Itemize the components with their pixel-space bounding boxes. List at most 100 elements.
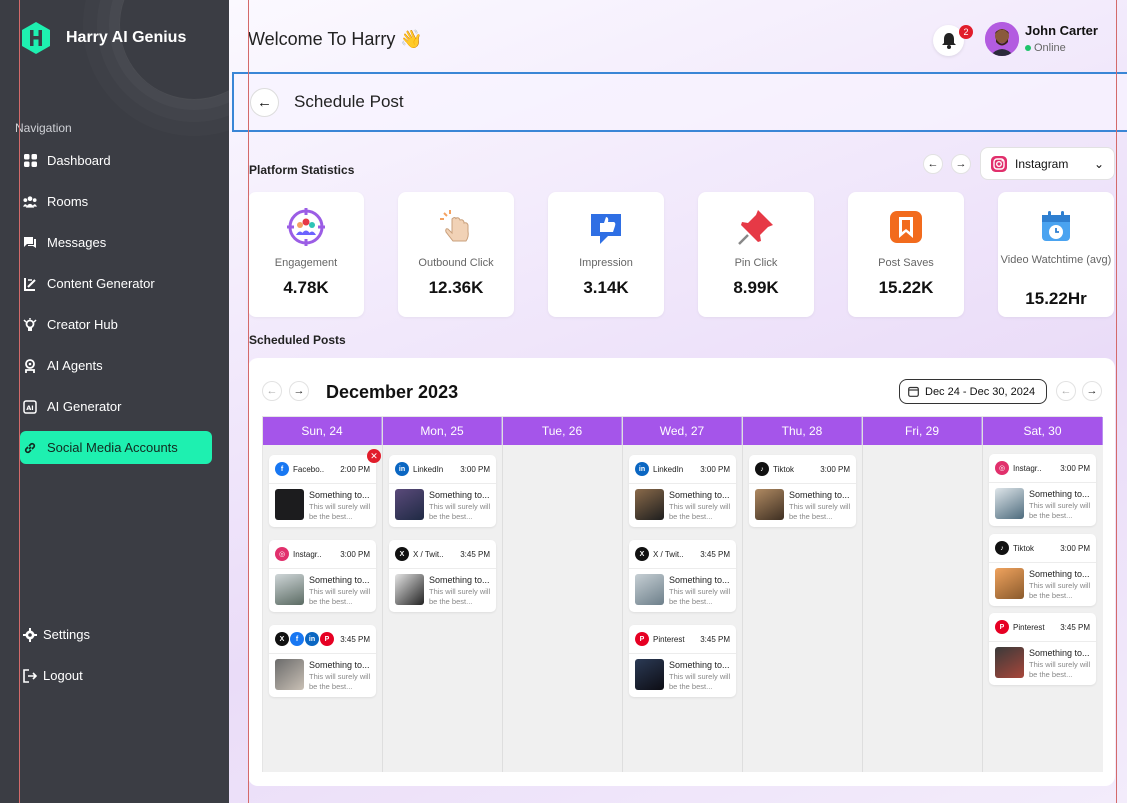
scheduled-post-card[interactable]: P Pinterest 3:45 PM Something to... This w… bbox=[989, 613, 1096, 685]
post-description: This will surely will be the best... bbox=[1029, 501, 1091, 520]
sidebar-item-label: Rooms bbox=[47, 194, 89, 209]
sidebar-item-label: Dashboard bbox=[47, 153, 111, 168]
date-range-picker[interactable]: Dec 24 - Dec 30, 2024 bbox=[899, 379, 1047, 404]
sidebar-item-settings[interactable]: Settings bbox=[20, 618, 212, 651]
scheduled-post-card[interactable]: ◎ Instagr.. 3:00 PM Something to... This w… bbox=[989, 454, 1096, 526]
instagram-icon: ◎ bbox=[995, 461, 1009, 475]
day-header: Thu, 28 bbox=[743, 417, 862, 445]
scheduled-post-card[interactable]: X X / Twit.. 3:45 PM Something to... This … bbox=[629, 540, 736, 612]
stat-card-outbound-click: Outbound Click 12.36K bbox=[398, 192, 514, 317]
calendar-clock-icon bbox=[1042, 211, 1070, 241]
sidebar-item-rooms[interactable]: Rooms bbox=[20, 185, 212, 218]
brand[interactable]: Harry AI Genius bbox=[22, 22, 186, 54]
day-column: Sat, 30 ◎ Instagr.. 3:00 PM Something to..… bbox=[983, 417, 1103, 772]
sidebar-item-dashboard[interactable]: Dashboard bbox=[20, 144, 212, 177]
pinterest-icon: P bbox=[320, 632, 334, 646]
day-header: Sat, 30 bbox=[983, 417, 1103, 445]
scheduled-post-card[interactable]: f Facebo.. 2:00 PM Something to... This wi… bbox=[269, 449, 381, 527]
scheduled-post-card[interactable]: in LinkedIn 3:00 PM Something to... This w… bbox=[389, 455, 496, 527]
post-description: This will surely will be the best... bbox=[669, 587, 731, 606]
nav-title: Navigation bbox=[15, 121, 72, 135]
post-title: Something to... bbox=[429, 575, 490, 585]
stats-prev-button[interactable]: ← bbox=[923, 154, 943, 174]
svg-text:AI: AI bbox=[26, 404, 33, 412]
post-platform: Facebo.. bbox=[293, 464, 325, 474]
post-title: Something to... bbox=[669, 575, 730, 585]
post-description: This will surely will be the best... bbox=[309, 587, 371, 606]
arrow-right-icon: → bbox=[293, 385, 305, 397]
tiktok-icon: ♪ bbox=[755, 462, 769, 476]
post-time: 3:45 PM bbox=[700, 549, 730, 559]
date-range-value: Dec 24 - Dec 30, 2024 bbox=[925, 385, 1036, 398]
main-content: Welcome To Harry 👋 2 John Carter Online … bbox=[229, 0, 1127, 803]
calendar-next-button[interactable]: → bbox=[289, 381, 309, 401]
arrow-left-icon: ← bbox=[1060, 385, 1072, 397]
link-icon bbox=[23, 441, 37, 455]
scheduled-post-card[interactable]: X X / Twit.. 3:45 PM Something to... This … bbox=[389, 540, 496, 612]
post-description: This will surely will be the best... bbox=[669, 672, 731, 691]
post-description: This will surely will be the best... bbox=[309, 672, 371, 691]
stat-label: Pin Click bbox=[734, 257, 778, 269]
logo-icon bbox=[22, 22, 50, 54]
arrow-left-icon: ← bbox=[927, 158, 939, 170]
remove-post-button[interactable]: ✕ bbox=[367, 449, 381, 463]
stats-next-button[interactable]: → bbox=[951, 154, 971, 174]
scheduled-post-card[interactable]: ◎ Instagr.. 3:00 PM Something to... This w… bbox=[269, 540, 376, 612]
post-description: This will surely will be the best... bbox=[309, 502, 371, 521]
sidebar-item-label: Logout bbox=[43, 668, 83, 683]
stat-label: Outbound Click bbox=[418, 257, 494, 269]
sidebar-item-label: Social Media Accounts bbox=[47, 440, 178, 455]
range-prev-button[interactable]: ← bbox=[1056, 381, 1076, 401]
stat-card-video-watchtime: Video Watchtime (avg) 15.22Hr bbox=[998, 192, 1114, 317]
scheduled-post-card[interactable]: in LinkedIn 3:00 PM Something to... This w… bbox=[629, 455, 736, 527]
sidebar-item-social-media-accounts[interactable]: Social Media Accounts bbox=[20, 431, 212, 464]
sidebar-item-label: Creator Hub bbox=[47, 317, 118, 332]
sidebar-item-ai-generator[interactable]: AI AI Generator bbox=[20, 390, 212, 423]
post-platform: X / Twit.. bbox=[413, 549, 444, 559]
sidebar-item-creator-hub[interactable]: Creator Hub bbox=[20, 308, 212, 341]
post-platform: Pinterest bbox=[1013, 622, 1045, 632]
stat-value: 3.14K bbox=[583, 278, 629, 297]
pinterest-icon: P bbox=[995, 620, 1009, 634]
sidebar-item-content-generator[interactable]: Content Generator bbox=[20, 267, 212, 300]
post-platform: Instagr.. bbox=[1013, 463, 1042, 473]
avatar[interactable] bbox=[985, 22, 1019, 56]
post-title: Something to... bbox=[429, 490, 490, 500]
sidebar-item-messages[interactable]: Messages bbox=[20, 226, 212, 259]
linkedin-icon: in bbox=[305, 632, 319, 646]
scheduled-post-card[interactable]: ♪ Tiktok 3:00 PM Something to... This will… bbox=[749, 455, 856, 527]
day-column: Fri, 29 bbox=[863, 417, 983, 772]
post-title: Something to... bbox=[309, 660, 370, 670]
online-dot-icon bbox=[1025, 45, 1031, 51]
linkedin-icon: in bbox=[395, 462, 409, 476]
range-next-button[interactable]: → bbox=[1082, 381, 1102, 401]
creator-hub-icon bbox=[23, 317, 37, 332]
post-thumbnail bbox=[755, 489, 784, 520]
ai-agents-icon bbox=[23, 358, 37, 373]
sidebar-item-ai-agents[interactable]: AI Agents bbox=[20, 349, 212, 382]
platform-select[interactable]: Instagram ⌄ bbox=[980, 147, 1115, 180]
scheduled-post-card[interactable]: P Pinterest 3:45 PM Something to... This w… bbox=[629, 625, 736, 697]
facebook-icon: f bbox=[275, 462, 289, 476]
post-title: Something to... bbox=[789, 490, 850, 500]
post-thumbnail bbox=[275, 659, 304, 690]
back-button[interactable]: ← bbox=[250, 88, 279, 117]
post-title: Something to... bbox=[669, 490, 730, 500]
post-time: 3:00 PM bbox=[820, 464, 850, 474]
scheduled-post-card[interactable]: ♪ Tiktok 3:00 PM Something to... This will… bbox=[989, 534, 1096, 606]
calendar-grid: Sun, 24 f Facebo.. 2:00 PM Something to...… bbox=[262, 416, 1103, 772]
sidebar-item-logout[interactable]: Logout bbox=[20, 659, 212, 692]
chevron-down-icon: ⌄ bbox=[1093, 156, 1104, 171]
day-column: Mon, 25 in LinkedIn 3:00 PM Something to..… bbox=[383, 417, 503, 772]
post-platform: Instagr.. bbox=[293, 549, 322, 559]
calendar-prev-button[interactable]: ← bbox=[262, 381, 282, 401]
scheduled-post-card[interactable]: X f in P 3:45 PM Something to... This wi… bbox=[269, 625, 376, 697]
sidebar: Harry AI Genius Navigation Dashboard Roo… bbox=[0, 0, 229, 803]
post-time: 3:00 PM bbox=[340, 549, 370, 559]
post-description: This will surely will be the best... bbox=[429, 502, 491, 521]
day-header: Wed, 27 bbox=[623, 417, 742, 445]
page-header: ← Schedule Post bbox=[232, 72, 1127, 132]
hand-click-icon bbox=[440, 210, 469, 242]
post-title: Something to... bbox=[1029, 648, 1090, 658]
post-thumbnail bbox=[635, 659, 664, 690]
